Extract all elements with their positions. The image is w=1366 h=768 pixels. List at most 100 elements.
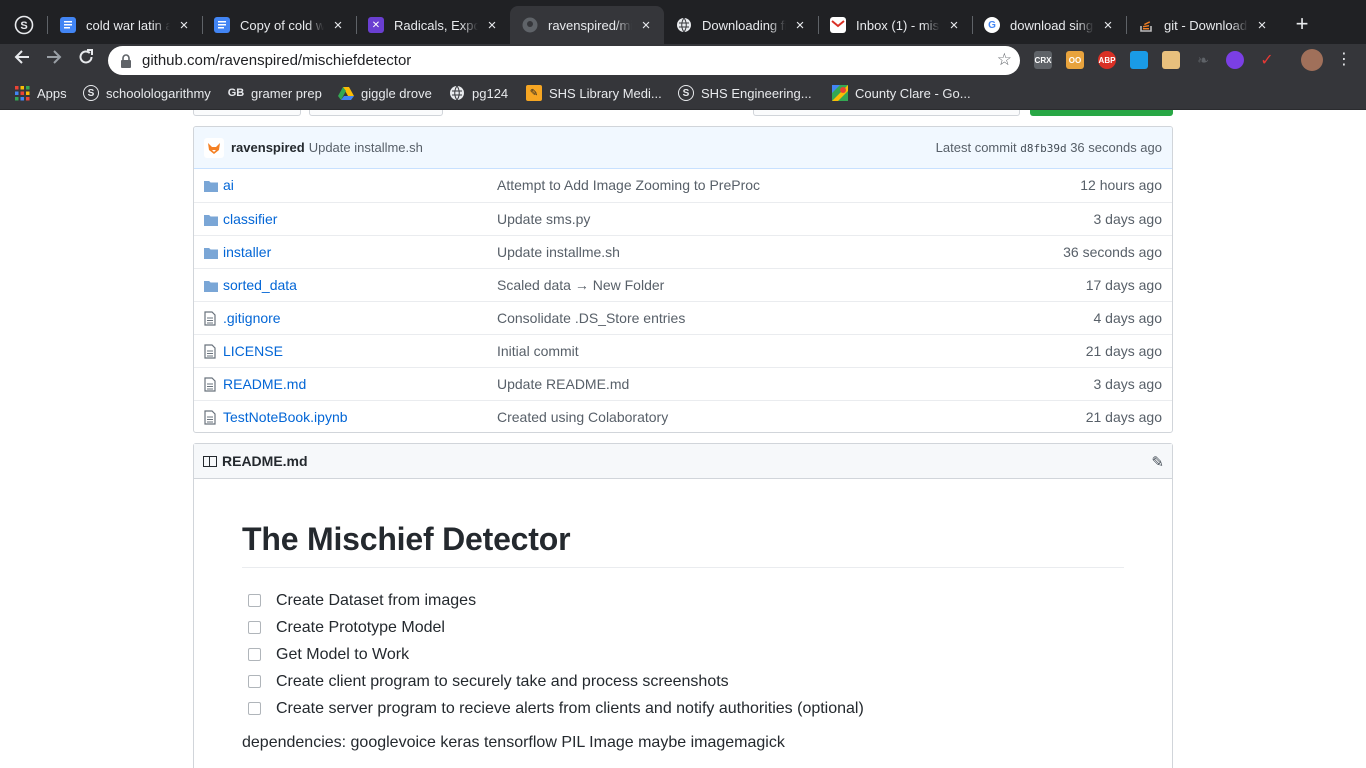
file-actions-group[interactable] [753,110,1020,116]
bookmark-item[interactable]: County Clare - Go... [832,85,971,101]
commit-author[interactable]: ravenspired [231,140,305,155]
file-name-link[interactable]: LICENSE [223,343,283,359]
bookmark-item[interactable]: Sschoolologarithmy [83,85,211,101]
task-label: Create Dataset from images [276,591,477,609]
browser-tab[interactable]: git - Download single × [1126,6,1280,44]
bookmark-star-icon[interactable]: ☆ [997,50,1012,70]
close-tab-icon[interactable]: × [1254,17,1270,34]
edit-pencil-icon[interactable]: ✎ [1151,453,1164,471]
close-tab-icon[interactable]: × [946,17,962,34]
file-commit-age: 21 days ago [1085,409,1162,425]
file-name-link[interactable]: sorted_data [223,277,297,293]
tab-title: Radicals, Exponents [394,17,478,33]
reload-icon [79,49,93,64]
file-commit-message[interactable]: Update sms.py [497,211,590,227]
profile-avatar[interactable] [1301,49,1323,71]
file-row[interactable]: README.md Update README.md 3 days ago [194,367,1172,400]
task-checkbox [248,594,261,607]
task-label: Create server program to recieve alerts … [276,699,864,717]
bookmark-item[interactable]: giggle drove [338,85,432,101]
close-tab-icon[interactable]: × [792,17,808,34]
file-row[interactable]: installer Update installme.sh 36 seconds a… [194,235,1172,268]
extension-icon[interactable] [1226,51,1244,69]
bookmark-item[interactable]: pg124 [449,85,508,101]
file-name-link[interactable]: ai [223,177,234,193]
file-commit-age: 17 days ago [1085,277,1162,293]
readme-filename: README.md [222,453,308,469]
tab-title: git - Download single [1164,17,1248,33]
browser-tab[interactable]: Inbox (1) - mischief × [818,6,972,44]
latest-commit-label: Latest commit [935,140,1017,155]
file-row[interactable]: classifier Update sms.py 3 days ago [194,202,1172,235]
tab-title: Downloading files [702,17,786,33]
branch-button[interactable] [193,110,301,116]
file-name-link[interactable]: .gitignore [223,310,281,326]
file-name-link[interactable]: classifier [223,211,277,227]
bookmark-item[interactable]: Apps [14,85,67,101]
schoology-icon: S [14,15,34,35]
extension-icon[interactable]: ABP [1098,51,1116,69]
file-commit-message[interactable]: Scaled data → New Folder [497,277,664,293]
reload-button[interactable] [74,48,98,72]
task-checkbox [248,621,261,634]
extension-icon[interactable] [1162,51,1180,69]
bookmark-item[interactable]: ✎ SHS Library Medi... [526,85,662,101]
clone-download-button[interactable] [1030,110,1173,116]
file-commit-message[interactable]: Attempt to Add Image Zooming to PreProc [497,177,760,193]
back-button[interactable] [10,48,34,72]
forward-button[interactable] [42,48,66,72]
tab-title: download single file [1010,17,1094,33]
browser-tab[interactable]: ✕ Radicals, Exponents × [356,6,510,44]
bookmark-item[interactable]: GB gramer prep [228,85,322,101]
address-bar[interactable]: github.com/ravenspired/mischiefdetector … [108,46,1020,75]
fox-avatar-icon [208,142,220,154]
extension-icon[interactable]: ✓ [1258,51,1276,69]
bookmark-item[interactable]: S SHS Engineering... [678,85,812,101]
bookmarks-bar: Apps Sschoolologarithmy GB gramer prep giggl… [0,77,1366,110]
close-tab-icon[interactable]: × [638,17,654,34]
browser-tab[interactable]: Copy of cold war latin america × [202,6,356,44]
browser-tab[interactable]: ravenspired/mischiefdetector × [510,6,664,44]
commit-sha[interactable]: d8fb39d [1020,142,1066,155]
file-commit-message[interactable]: Consolidate .DS_Store entries [497,310,685,326]
file-commit-age: 3 days ago [1093,376,1163,392]
tab-title: Copy of cold war latin america [240,17,324,33]
file-name-link[interactable]: README.md [223,376,306,392]
commit-message[interactable]: Update installme.sh [309,140,423,155]
menu-kebab-icon[interactable]: ⋮ [1336,52,1352,68]
file-row[interactable]: LICENSE Initial commit 21 days ago [194,334,1172,367]
extension-icon[interactable]: OO [1066,51,1084,69]
pinned-tab-schoology[interactable]: S [0,6,48,44]
author-avatar[interactable] [204,137,224,158]
file-commit-age: 4 days ago [1093,310,1163,326]
file-commit-message[interactable]: Created using Colaboratory [497,409,668,425]
file-commit-message[interactable]: Initial commit [497,343,579,359]
close-tab-icon[interactable]: × [484,17,500,34]
browser-tab[interactable]: Downloading files × [664,6,818,44]
file-row[interactable]: sorted_data Scaled data → New Folder 17 da… [194,268,1172,301]
file-row[interactable]: TestNoteBook.ipynb Created using Colabora… [194,400,1172,432]
tab-title: ravenspired/mischiefdetector [548,17,632,33]
extension-icon[interactable] [1130,51,1148,69]
extension-icon[interactable]: ❧ [1194,51,1212,69]
tab-strip: S cold war latin america×Copy of cold wa… [0,0,1366,44]
browser-tab[interactable]: cold war latin america × [48,6,202,44]
file-name-link[interactable]: installer [223,244,271,260]
close-tab-icon[interactable]: × [330,17,346,34]
new-tab-button[interactable]: + [1290,13,1314,35]
file-name-link[interactable]: TestNoteBook.ipynb [223,409,348,425]
file-commit-message[interactable]: Update installme.sh [497,244,620,260]
file-commit-age: 12 hours ago [1080,177,1162,193]
file-row[interactable]: .gitignore Consolidate .DS_Store entries 4… [194,301,1172,334]
task-checkbox [248,675,261,688]
file-icon [204,377,218,392]
close-tab-icon[interactable]: × [176,17,192,34]
browser-tab[interactable]: Gdownload single file × [972,6,1126,44]
new-pull-request-button[interactable] [309,110,443,116]
close-tab-icon[interactable]: × [1100,17,1116,34]
task-checkbox [248,702,261,715]
file-row[interactable]: ai Attempt to Add Image Zooming to PrePro… [194,169,1172,202]
extension-icon[interactable]: CRX [1034,51,1052,69]
file-commit-message[interactable]: Update README.md [497,376,629,392]
folder-icon [204,213,218,226]
